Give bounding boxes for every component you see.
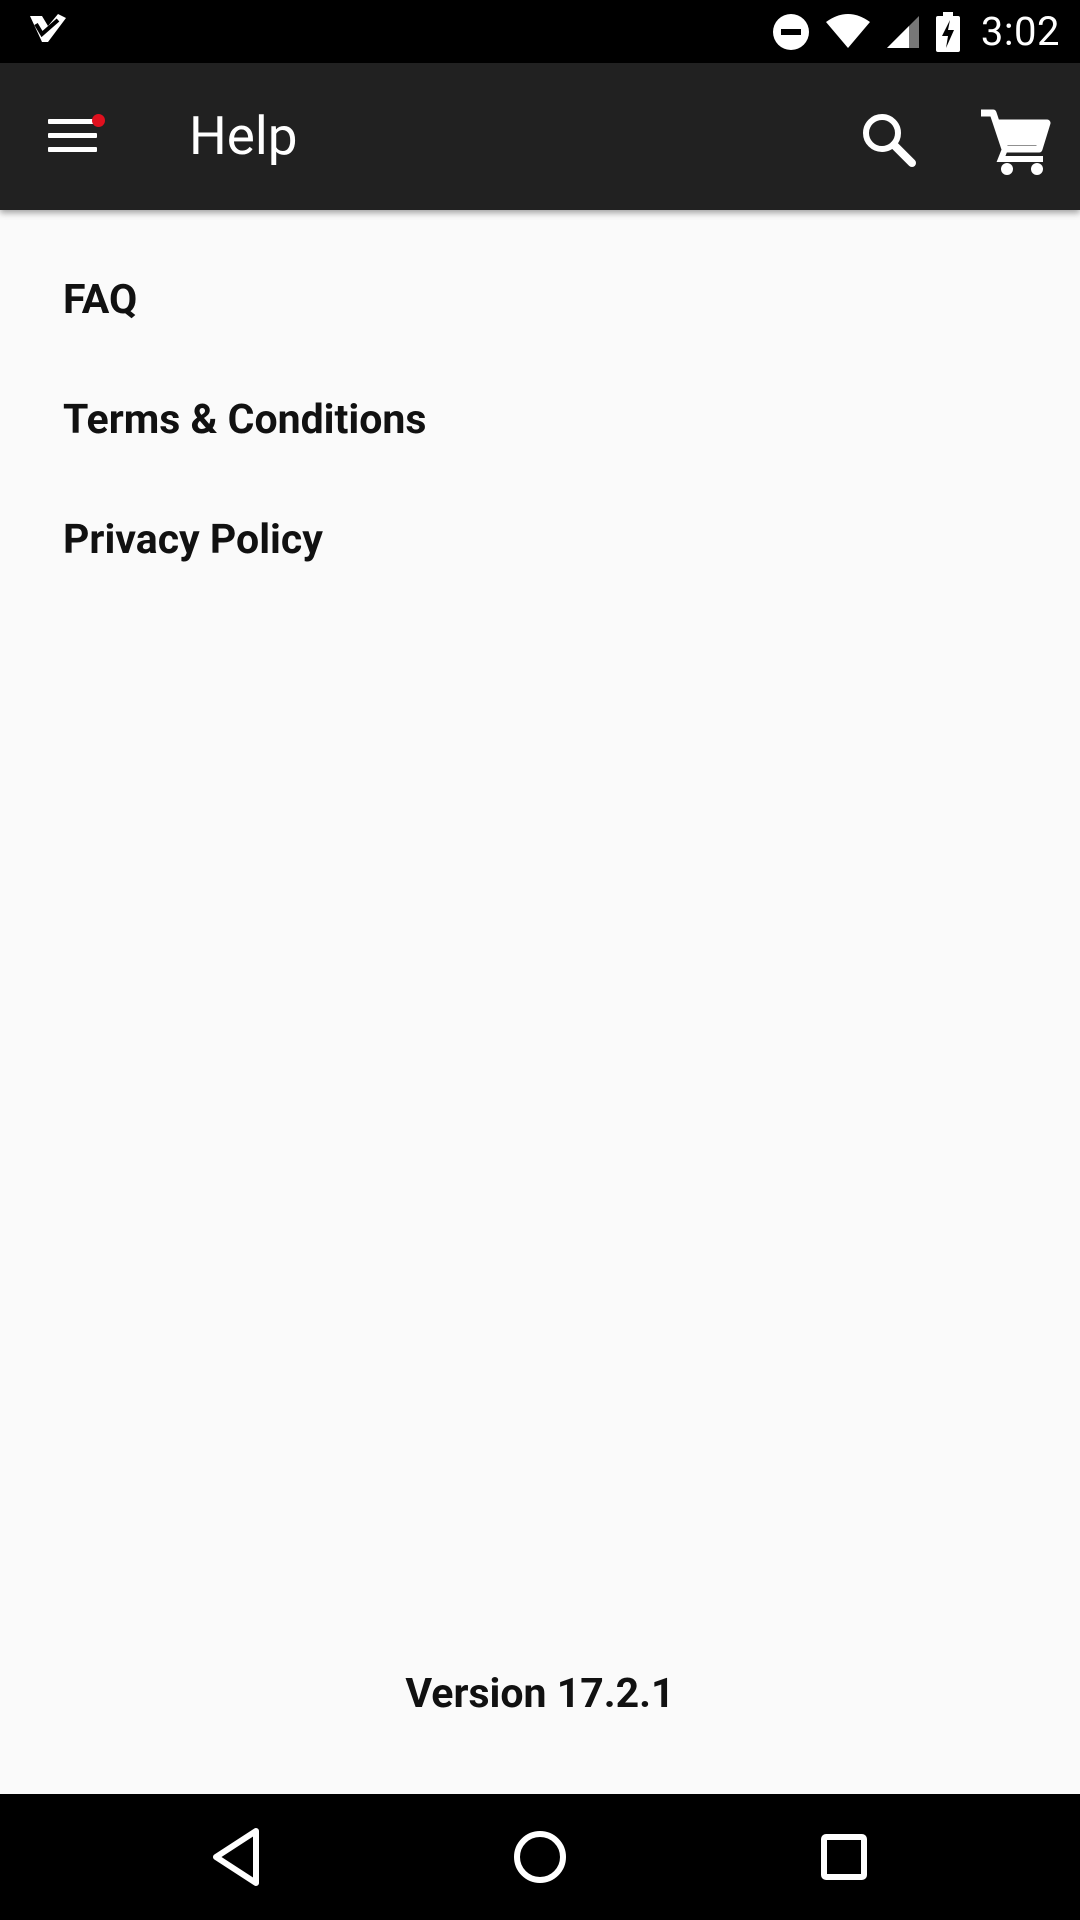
help-menu-list: FAQ Terms & Conditions Privacy Policy (0, 240, 1080, 600)
app-notification-icon (30, 14, 66, 42)
menu-item-privacy-policy[interactable]: Privacy Policy (0, 480, 1080, 600)
page-title: Help (189, 105, 298, 167)
cart-icon[interactable] (975, 103, 1055, 183)
menu-item-faq[interactable]: FAQ (0, 240, 1080, 360)
system-nav-bar (0, 1794, 1080, 1920)
recents-square-icon[interactable] (804, 1817, 884, 1897)
help-screen: 3:02 Help FAQ Terms & Conditions Privacy… (0, 0, 1080, 1920)
menu-item-terms-conditions[interactable]: Terms & Conditions (0, 360, 1080, 480)
status-icons: 3:02 (771, 0, 1060, 63)
status-clock: 3:02 (980, 8, 1060, 55)
do-not-disturb-icon (772, 13, 809, 50)
menu-button[interactable] (36, 105, 106, 165)
cell-signal-icon (886, 15, 919, 48)
back-triangle-icon[interactable] (196, 1817, 276, 1897)
app-version-label: Version 17.2.1 (405, 1670, 675, 1718)
wifi-icon (825, 13, 870, 48)
battery-charging-icon (935, 11, 960, 52)
search-icon[interactable] (854, 106, 924, 176)
notification-badge-dot (92, 114, 105, 127)
home-circle-icon[interactable] (500, 1817, 580, 1897)
app-bar: Help (0, 63, 1080, 210)
status-bar: 3:02 (0, 0, 1080, 63)
